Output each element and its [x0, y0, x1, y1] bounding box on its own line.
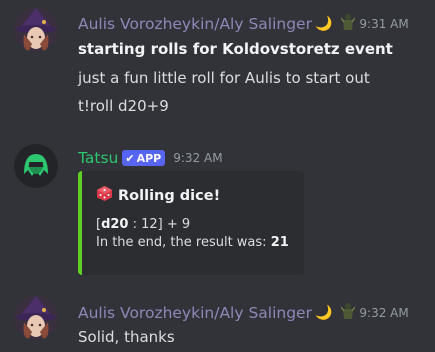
- embed-title-text: Rolling dice!: [118, 187, 221, 204]
- moon-icon: 🌙: [314, 305, 333, 321]
- message-line: starting rolls for Koldovstoretz event: [78, 40, 393, 58]
- checkmark-icon: ✔: [125, 151, 135, 165]
- message-line: t!roll d20+9: [78, 97, 169, 115]
- author-name[interactable]: Aulis Vorozheykin/Aly Salinger: [78, 15, 312, 33]
- message-header: Tatsu ✔ APP 9:32 AM: [78, 149, 223, 167]
- avatar[interactable]: [14, 8, 58, 52]
- timestamp[interactable]: 9:32 AM: [359, 306, 408, 320]
- avatar[interactable]: [14, 296, 58, 340]
- dice-icon: [96, 185, 113, 206]
- author-name[interactable]: Aulis Vorozheykin/Aly Salinger: [78, 304, 312, 322]
- message-header: Aulis Vorozheykin/Aly Salinger 🌙 9:32 AM: [78, 302, 409, 324]
- dark-figure-icon[interactable]: [340, 302, 357, 324]
- roll-die: d20: [101, 217, 129, 232]
- message-header: Aulis Vorozheykin/Aly Salinger 🌙 9:31 AM: [78, 13, 409, 35]
- message-line: just a fun little roll for Aulis to star…: [78, 69, 370, 87]
- roll-breakdown: [d20 : 12] + 9: [96, 217, 190, 232]
- roll-result-value: 21: [270, 235, 289, 250]
- avatar[interactable]: [14, 144, 58, 188]
- timestamp[interactable]: 9:31 AM: [359, 17, 408, 31]
- app-badge-label: APP: [136, 151, 162, 165]
- author-name[interactable]: Tatsu: [78, 149, 118, 167]
- embed-title: Rolling dice!: [96, 185, 220, 206]
- roll-detail: : 12] + 9: [128, 217, 191, 232]
- roll-result: In the end, the result was: 21: [96, 235, 289, 250]
- timestamp[interactable]: 9:32 AM: [173, 151, 222, 165]
- dark-figure-icon[interactable]: [340, 13, 357, 35]
- bot-embed: Rolling dice! [d20 : 12] + 9 In the end,…: [78, 171, 304, 275]
- roll-result-text: In the end, the result was:: [96, 235, 271, 250]
- moon-icon: 🌙: [314, 16, 333, 32]
- message-line: Solid, thanks: [78, 328, 175, 346]
- app-badge: ✔ APP: [122, 150, 166, 166]
